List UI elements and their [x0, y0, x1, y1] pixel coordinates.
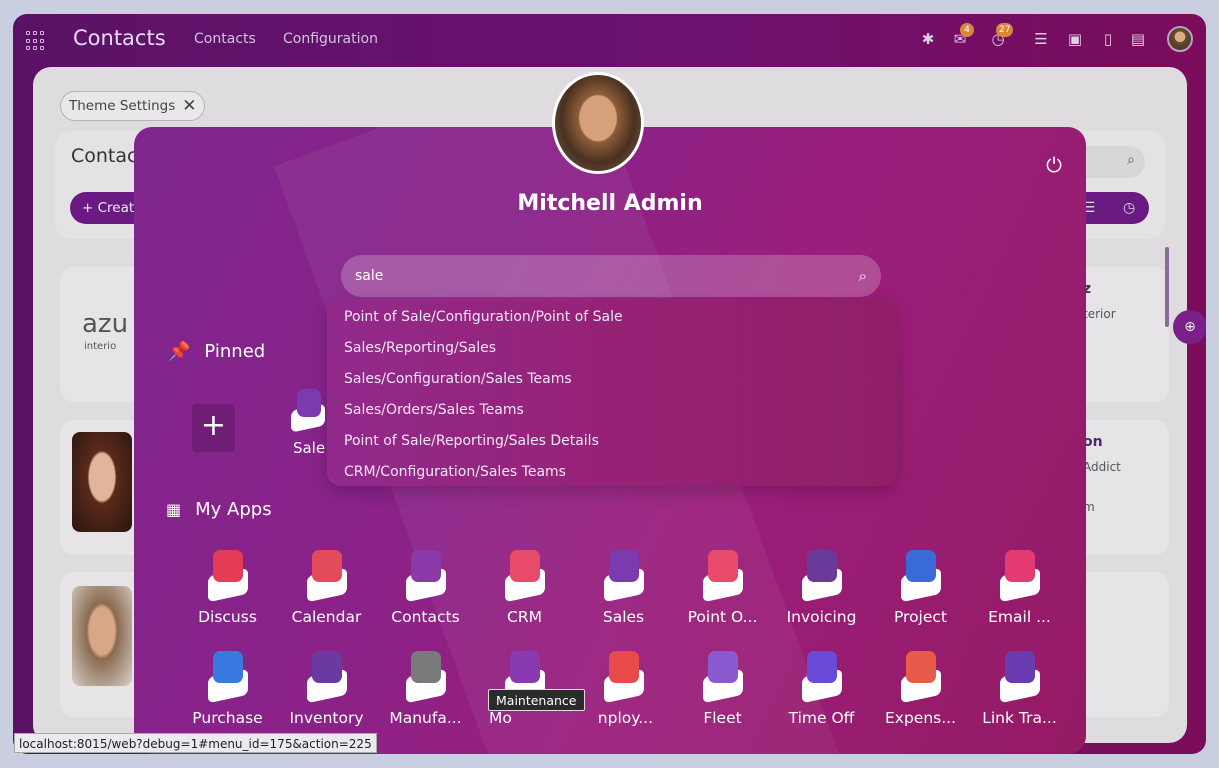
- top-navbar: Contacts Contacts Configuration ✱ ✉ 4 ◷ 27…: [13, 14, 1206, 66]
- discuss-app-icon: [203, 550, 253, 603]
- contact-photo: [72, 432, 132, 532]
- bookmark-icon[interactable]: ▯: [1098, 30, 1118, 50]
- app-calendar[interactable]: Calendar: [277, 550, 376, 626]
- app-manufacturing[interactable]: Manufa...: [376, 651, 475, 727]
- search-icon[interactable]: ⌕: [859, 267, 867, 285]
- app-contacts[interactable]: Contacts: [376, 550, 475, 626]
- activity-view-icon[interactable]: ◷: [1123, 200, 1135, 216]
- switch-icon[interactable]: ☰: [1031, 30, 1051, 50]
- myapps-section-title: ▦ My Apps: [166, 499, 272, 520]
- search-suggestions: Point of Sale/Configuration/Point of Sal…: [327, 299, 897, 486]
- contact-photo: [72, 586, 132, 686]
- app-inventory[interactable]: Inventory: [277, 651, 376, 727]
- debug-bug-icon[interactable]: ✱: [918, 30, 938, 50]
- theme-settings-chip[interactable]: Theme Settings ✕: [60, 91, 206, 121]
- app-employees[interactable]: nploy...: [574, 651, 673, 727]
- invoicing-app-icon: [797, 550, 847, 603]
- app-brand[interactable]: Contacts: [73, 26, 166, 50]
- theme-settings-label: Theme Settings: [69, 98, 176, 114]
- pinned-app-sale[interactable]: Sale: [279, 389, 339, 457]
- app-discuss[interactable]: Discuss: [178, 550, 277, 626]
- suggestion-item[interactable]: Sales/Configuration/Sales Teams: [327, 365, 897, 396]
- zoom-icon[interactable]: ⊕: [1173, 310, 1206, 344]
- crm-app-icon: [500, 550, 550, 603]
- status-url: localhost:8015/web?debug=1#menu_id=175&a…: [14, 733, 377, 753]
- app-crm[interactable]: CRM: [475, 550, 574, 626]
- menu-search-input[interactable]: sale ⌕: [341, 255, 881, 297]
- suggestion-item[interactable]: Sales/Orders/Sales Teams: [327, 396, 897, 427]
- menu-search-value: sale: [355, 268, 384, 284]
- suggestion-item[interactable]: Point of Sale/Reporting/Sales Details: [327, 427, 897, 458]
- employees-app-icon: [599, 651, 649, 704]
- tooltip: Maintenance: [488, 689, 585, 711]
- apps-grid-icon: ▦: [166, 500, 182, 519]
- pinned-section-title: 📌 Pinned: [168, 341, 266, 362]
- suggestion-item[interactable]: Point of Sale/Configuration/Point of Sal…: [327, 303, 897, 334]
- manufacturing-app-icon: [401, 651, 451, 704]
- power-icon[interactable]: ⏻: [1042, 153, 1066, 177]
- user-profile-photo: [552, 72, 644, 174]
- expenses-app-icon: [896, 651, 946, 704]
- user-avatar[interactable]: [1167, 26, 1193, 52]
- app-project[interactable]: Project: [871, 550, 970, 626]
- home-menu-overlay: ⏻ Mitchell Admin sale ⌕ Point of Sale/Co…: [134, 127, 1086, 754]
- suggestion-item[interactable]: CRM/Configuration/Sales Teams: [327, 458, 897, 489]
- pos-app-icon: [698, 550, 748, 603]
- messages-icon[interactable]: ✉ 4: [950, 23, 974, 50]
- app-point-of-sale[interactable]: Point O...: [673, 550, 772, 626]
- company-logo-sub: interio: [84, 341, 117, 352]
- apps-row-2: Purchase Inventory Manufa... Mo nploy...…: [178, 651, 1069, 727]
- app-expenses[interactable]: Expens...: [871, 651, 970, 727]
- activities-icon[interactable]: ◷ 27: [988, 23, 1014, 50]
- nav-contacts[interactable]: Contacts: [194, 31, 256, 47]
- sales-app-icon: [289, 389, 329, 435]
- app-email-marketing[interactable]: Email ...: [970, 550, 1069, 626]
- fleet-app-icon: [698, 651, 748, 704]
- app-grid-icon[interactable]: [26, 31, 46, 51]
- nav-configuration[interactable]: Configuration: [283, 31, 378, 47]
- app-purchase[interactable]: Purchase: [178, 651, 277, 727]
- activities-badge: 27: [996, 23, 1014, 37]
- app-link-tracker[interactable]: Link Tra...: [970, 651, 1069, 727]
- page-title: Contac: [71, 145, 138, 167]
- calendar-app-icon: [302, 550, 352, 603]
- inventory-app-icon: [302, 651, 352, 704]
- close-icon[interactable]: ✕: [182, 96, 196, 116]
- company-logo: azu: [82, 309, 129, 339]
- translate-icon[interactable]: ▣: [1065, 30, 1085, 50]
- apps-row-1: Discuss Calendar Contacts CRM Sales Poin…: [178, 550, 1069, 626]
- user-name: Mitchell Admin: [517, 191, 703, 216]
- app-invoicing[interactable]: Invoicing: [772, 550, 871, 626]
- pinned-app-label: Sale: [292, 439, 326, 457]
- email-app-icon: [995, 550, 1045, 603]
- scrollbar[interactable]: [1165, 247, 1169, 327]
- pin-icon: 📌: [168, 341, 191, 362]
- add-pinned-button[interactable]: +: [192, 404, 235, 452]
- purchase-app-icon: [203, 651, 253, 704]
- app-fleet[interactable]: Fleet: [673, 651, 772, 727]
- project-app-icon: [896, 550, 946, 603]
- link-tracker-app-icon: [995, 651, 1045, 704]
- messages-badge: 4: [960, 23, 974, 37]
- app-sales[interactable]: Sales: [574, 550, 673, 626]
- company-icon[interactable]: ▤: [1128, 30, 1148, 50]
- suggestion-item[interactable]: Sales/Reporting/Sales: [327, 334, 897, 365]
- contacts-app-icon: [401, 550, 451, 603]
- timeoff-app-icon: [797, 651, 847, 704]
- app-time-off[interactable]: Time Off: [772, 651, 871, 727]
- sales-app-icon: [599, 550, 649, 603]
